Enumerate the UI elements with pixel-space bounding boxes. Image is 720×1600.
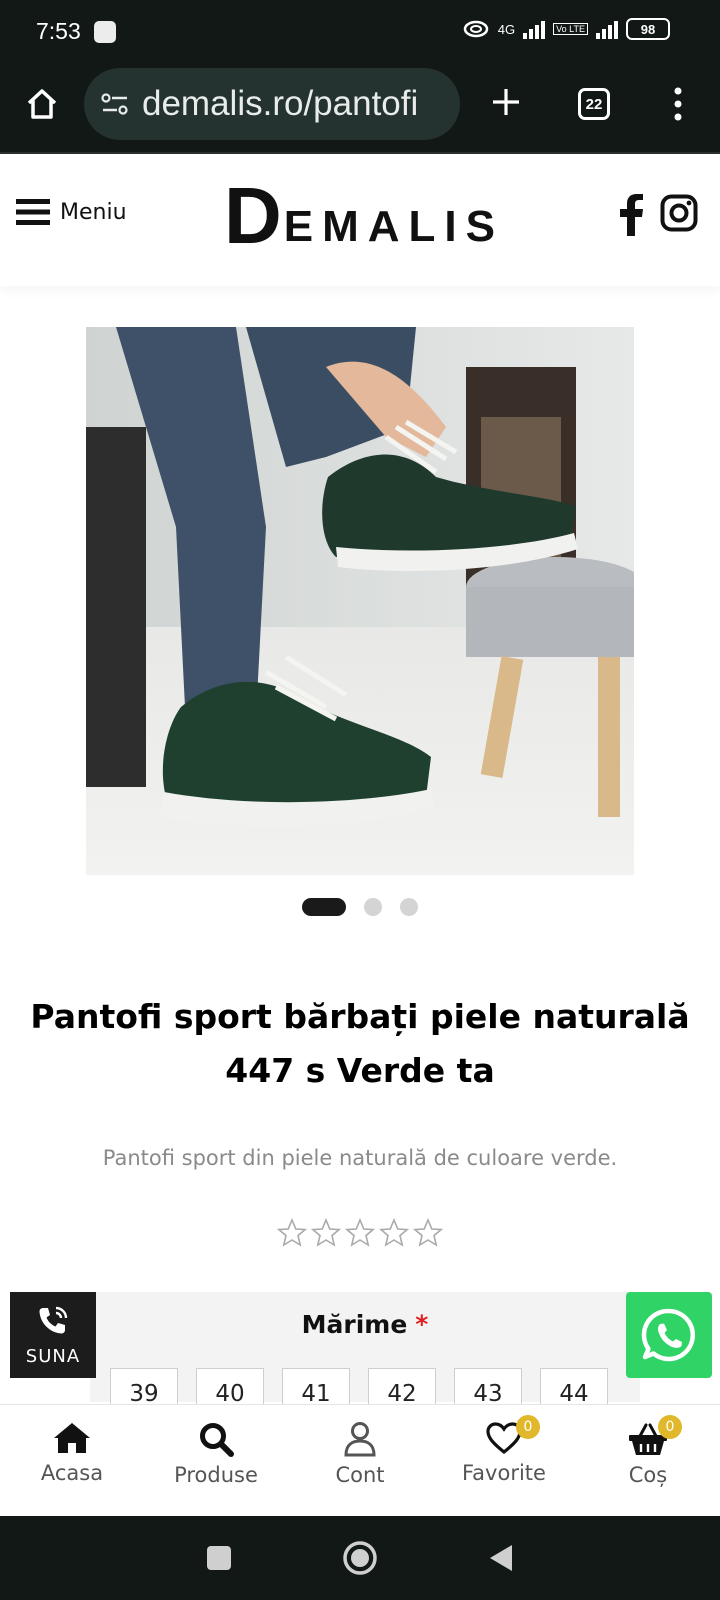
- user-icon: [344, 1422, 376, 1457]
- battery-icon: 98: [626, 18, 670, 40]
- site-logo[interactable]: D EMALIS: [224, 176, 504, 256]
- new-tab-button[interactable]: [484, 80, 528, 124]
- system-navigation: [0, 1516, 720, 1600]
- nav-label: Acasa: [40, 1461, 104, 1485]
- nav-cart[interactable]: 0 Coș: [576, 1405, 720, 1516]
- tab-switcher-button[interactable]: 22: [574, 84, 614, 124]
- instagram-link[interactable]: [660, 194, 698, 236]
- tab-count: 22: [578, 88, 610, 120]
- menu-label: Meniu: [60, 199, 127, 225]
- size-label-row: Mărime *: [90, 1310, 640, 1339]
- recents-icon[interactable]: [206, 1545, 232, 1571]
- favorites-badge: 0: [516, 1415, 540, 1439]
- required-mark: *: [415, 1310, 429, 1339]
- home-icon: [27, 89, 57, 119]
- product-image[interactable]: [86, 327, 634, 875]
- facebook-link[interactable]: [618, 194, 644, 240]
- signal-icon-2: [596, 19, 618, 39]
- carousel-dot-3[interactable]: [400, 898, 418, 916]
- nav-favorites[interactable]: 0 Favorite: [432, 1405, 576, 1516]
- hotspot-icon: [463, 20, 489, 38]
- nav-label: Produse: [174, 1463, 258, 1487]
- browser-toolbar: demalis.ro/pantofi 22: [0, 66, 720, 154]
- network-type: 4G: [497, 21, 516, 37]
- carousel-dot-2[interactable]: [364, 898, 382, 916]
- signal-icon: [523, 19, 546, 39]
- back-icon[interactable]: [488, 1543, 514, 1573]
- hamburger-icon: [16, 199, 50, 225]
- call-label: SUNA: [25, 1345, 81, 1367]
- home-button[interactable]: [20, 82, 64, 126]
- carousel-dot-1[interactable]: [302, 898, 346, 916]
- volte-badge: Vo LTE: [553, 23, 588, 35]
- facebook-icon: [620, 194, 643, 236]
- product-title: Pantofi sport bărbați piele naturală 447…: [30, 997, 690, 1090]
- home-icon: [54, 1423, 90, 1453]
- logo-text: EMALIS: [283, 202, 505, 251]
- nav-account[interactable]: Cont: [288, 1405, 432, 1516]
- nav-products[interactable]: Produse: [144, 1405, 288, 1516]
- nav-label: Favorite: [462, 1461, 546, 1485]
- rating-stars[interactable]: [0, 1218, 720, 1248]
- menu-button[interactable]: Meniu: [16, 198, 127, 226]
- status-time: 7:53: [36, 18, 81, 44]
- whatsapp-icon: [641, 1308, 695, 1362]
- address-bar[interactable]: demalis.ro/pantofi: [84, 68, 460, 140]
- more-vert-icon: [674, 87, 682, 121]
- star-icon: [413, 1218, 443, 1247]
- logo-initial: D: [224, 171, 282, 260]
- phone-icon: [39, 1306, 68, 1333]
- call-button[interactable]: SUNA: [10, 1292, 96, 1378]
- size-selector: Mărime * 39 40 41 42 43 44: [90, 1292, 640, 1418]
- plus-icon: [493, 89, 519, 115]
- search-icon: [200, 1423, 234, 1457]
- star-icon: [277, 1218, 307, 1247]
- site-header: Meniu D EMALIS: [0, 154, 720, 286]
- url-text: demalis.ro/pantofi: [142, 84, 419, 123]
- whatsapp-button[interactable]: [626, 1292, 712, 1378]
- star-icon: [345, 1218, 375, 1247]
- size-label: Mărime: [301, 1310, 408, 1339]
- star-icon: [379, 1218, 409, 1247]
- instagram-icon: [660, 194, 698, 232]
- status-bar: 7:53 4G Vo LTE 98: [0, 0, 720, 66]
- carousel-dots: [0, 898, 720, 916]
- nav-label: Coș: [628, 1463, 668, 1487]
- nav-home[interactable]: Acasa: [0, 1405, 144, 1516]
- site-settings-icon[interactable]: [100, 91, 130, 117]
- product-description: Pantofi sport din piele naturală de culo…: [102, 1146, 618, 1170]
- notification-icon: [94, 21, 116, 43]
- star-icon: [311, 1218, 341, 1247]
- product-photo: [86, 327, 634, 875]
- cart-badge: 0: [658, 1415, 682, 1439]
- browser-menu-button[interactable]: [660, 82, 696, 126]
- bottom-navigation: Acasa Produse Cont 0 Favorite 0 Coș: [0, 1404, 720, 1516]
- home-circle-icon[interactable]: [342, 1540, 378, 1576]
- status-indicators: 4G Vo LTE 98: [462, 18, 670, 40]
- nav-label: Cont: [335, 1463, 385, 1487]
